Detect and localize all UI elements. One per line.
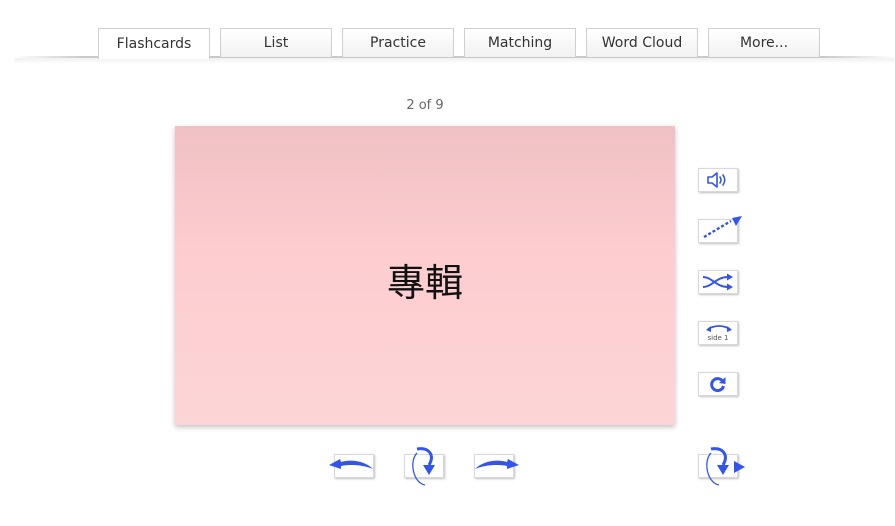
side-toggle-button[interactable]: side 1 bbox=[698, 321, 738, 345]
tab-matching[interactable]: Matching bbox=[464, 28, 576, 57]
shuffle-icon bbox=[700, 272, 736, 292]
tab-flashcards[interactable]: Flashcards bbox=[98, 28, 210, 59]
flashcard[interactable]: 專輯 bbox=[175, 126, 675, 425]
card-counter: 2 of 9 bbox=[406, 98, 444, 113]
card-term: 專輯 bbox=[386, 261, 463, 305]
tab-more[interactable]: More... bbox=[708, 28, 820, 57]
expand-arrow-icon bbox=[698, 216, 742, 243]
tab-matching-label: Matching bbox=[487, 35, 553, 51]
shuffle-button[interactable] bbox=[698, 270, 738, 294]
restart-button[interactable] bbox=[698, 372, 738, 396]
tab-list-label: List bbox=[263, 35, 289, 51]
speaker-icon bbox=[705, 170, 731, 190]
next-card-button[interactable] bbox=[474, 454, 519, 478]
flashcard-app: Flashcards List Practice Matching Word C… bbox=[0, 0, 895, 526]
side-toggle-label: side 1 bbox=[707, 334, 729, 342]
audio-button[interactable] bbox=[698, 168, 738, 192]
tab-practice[interactable]: Practice bbox=[342, 28, 454, 57]
tab-word-cloud[interactable]: Word Cloud bbox=[586, 28, 698, 57]
tab-flashcards-label: Flashcards bbox=[116, 36, 192, 52]
tab-word-cloud-label: Word Cloud bbox=[601, 35, 683, 51]
flip-card-button[interactable] bbox=[404, 447, 444, 486]
previous-card-button[interactable] bbox=[329, 454, 374, 478]
tab-practice-label: Practice bbox=[370, 35, 426, 51]
autoplay-button[interactable] bbox=[698, 447, 745, 486]
fullscreen-button[interactable] bbox=[698, 216, 742, 243]
tab-list[interactable]: List bbox=[220, 28, 332, 57]
restart-icon bbox=[708, 374, 728, 394]
tab-more-label: More... bbox=[739, 35, 789, 51]
